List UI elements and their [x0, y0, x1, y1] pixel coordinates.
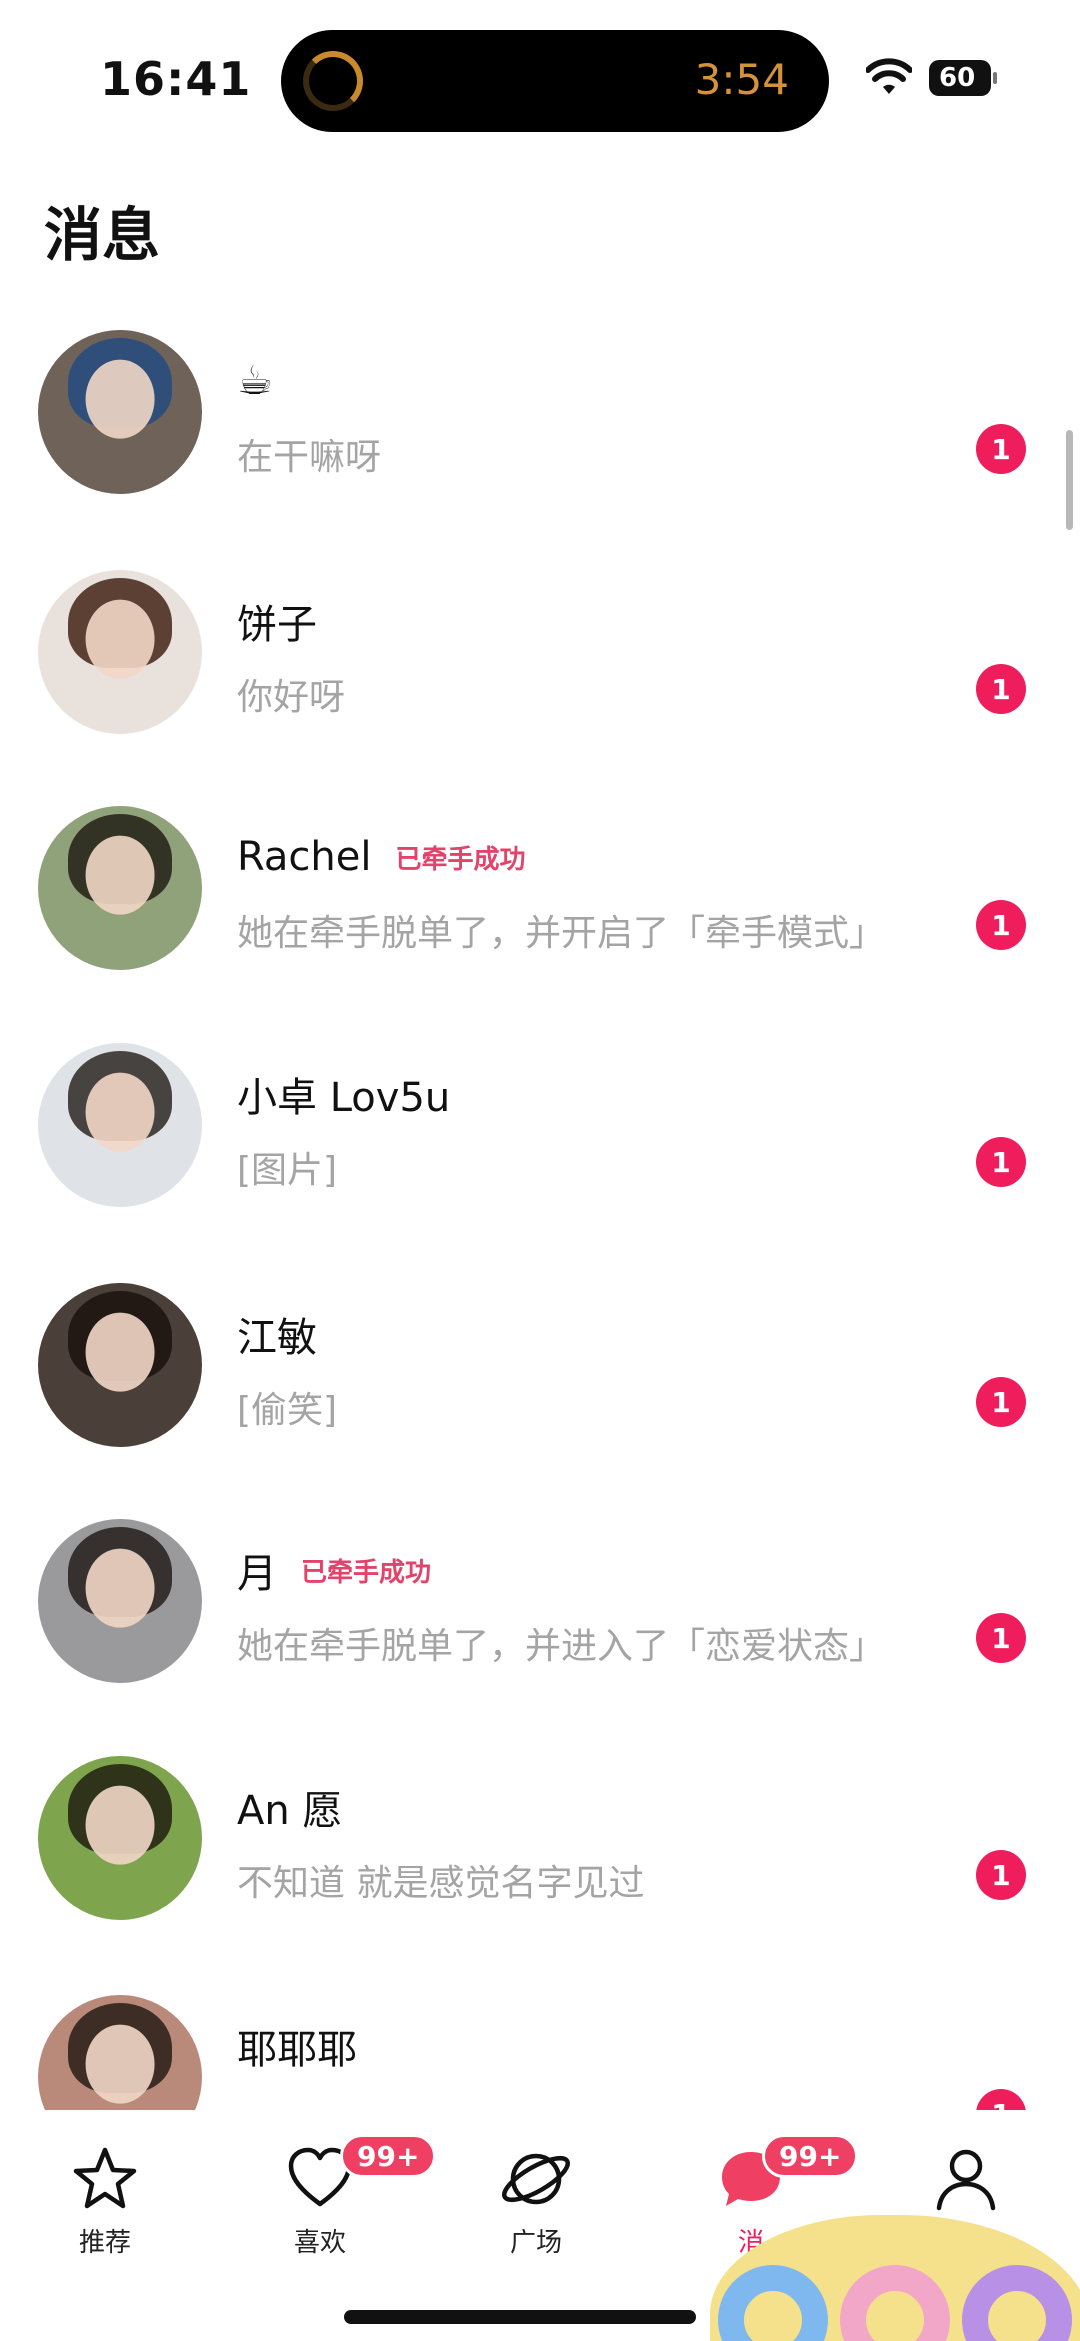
- conversation-item[interactable]: 饼子 你好呀 1: [0, 560, 1080, 800]
- avatar[interactable]: [38, 1043, 202, 1207]
- message-preview: [偷笑]: [237, 1390, 338, 1431]
- conversation-name: 饼子: [237, 602, 317, 648]
- timer-ring-icon: [303, 51, 363, 111]
- conversation-name: Rachel: [237, 834, 372, 880]
- avatar[interactable]: [38, 330, 202, 494]
- message-preview: [图片]: [237, 1150, 338, 1191]
- unread-count-badge: 1: [976, 1850, 1026, 1900]
- message-preview: 在干嘛呀: [237, 437, 382, 478]
- conversation-name: 耶耶耶: [237, 2027, 357, 2073]
- message-preview: 她在牵手脱单了，并进入了「恋爱状态」: [237, 1626, 886, 1667]
- avatar[interactable]: [38, 1283, 202, 1447]
- conversation-name: 江敏: [237, 1315, 317, 1361]
- tab-recommend[interactable]: 推荐: [30, 2134, 180, 2284]
- avatar[interactable]: [38, 1995, 202, 2120]
- conversation-name: 月: [237, 1551, 277, 1597]
- page-title: 消息: [44, 201, 161, 269]
- conversation-item[interactable]: 月 已牵手成功 她在牵手脱单了，并进入了「恋爱状态」 1: [0, 1509, 1080, 1749]
- coffee-icon: ☕: [237, 358, 273, 404]
- wifi-icon: [866, 58, 912, 94]
- conversation-list[interactable]: ☕ 在干嘛呀 1 饼子 你好呀 1 Rachel 已牵手成功 她在牵手脱单了，并…: [0, 320, 1080, 2120]
- unread-count-badge: 1: [976, 1613, 1026, 1663]
- home-indicator[interactable]: [344, 2310, 696, 2324]
- conversation-item[interactable]: An 愿 不知道 就是感觉名字见过 1: [0, 1746, 1080, 1986]
- message-preview: 你好呀: [237, 677, 346, 718]
- unread-count-badge: 1: [976, 1137, 1026, 1187]
- message-preview: 她在牵手脱单了，并开启了「牵手模式」: [237, 913, 886, 954]
- conversation-item[interactable]: 耶耶耶 1: [0, 1985, 1080, 2120]
- star-icon: [73, 2147, 137, 2209]
- conversation-item[interactable]: Rachel 已牵手成功 她在牵手脱单了，并开启了「牵手模式」 1: [0, 796, 1080, 1036]
- avatar[interactable]: [38, 1756, 202, 1920]
- battery-indicator: 60: [929, 60, 997, 96]
- tab-likes[interactable]: 喜欢 99+: [245, 2134, 437, 2284]
- conversation-item[interactable]: 小卓 Lov5u [图片] 1: [0, 1033, 1080, 1273]
- likes-count-badge: 99+: [340, 2134, 437, 2178]
- message-preview: 不知道 就是感觉名字见过: [237, 1863, 645, 1904]
- live-activity-timer: 3:54: [694, 55, 789, 104]
- avatar[interactable]: [38, 1519, 202, 1683]
- tab-label: 喜欢: [293, 2228, 346, 2258]
- dynamic-island[interactable]: 3:54: [281, 30, 829, 132]
- unread-count-badge: 1: [976, 664, 1026, 714]
- messages-count-badge: 99+: [762, 2134, 859, 2178]
- planet-icon: [502, 2153, 570, 2205]
- avatar[interactable]: [38, 806, 202, 970]
- battery-level: 60: [939, 63, 976, 93]
- conversation-item[interactable]: 江敏 [偷笑] 1: [0, 1273, 1080, 1513]
- tab-label: 推荐: [78, 2228, 131, 2258]
- scrollbar[interactable]: [1066, 430, 1073, 530]
- unread-count-badge: 1: [976, 424, 1026, 474]
- conversation-item[interactable]: ☕ 在干嘛呀 1: [0, 320, 1080, 560]
- conversation-name: An 愿: [237, 1788, 343, 1834]
- status-bar: 16:41 3:54 60: [0, 0, 1080, 150]
- tab-label: 广场: [509, 2228, 562, 2258]
- unread-count-badge: 1: [976, 900, 1026, 950]
- tab-square[interactable]: 广场: [461, 2134, 611, 2284]
- status-time: 16:41: [100, 52, 252, 106]
- conversation-name: 小卓 Lov5u: [237, 1075, 451, 1121]
- decorative-sticker: [690, 2195, 1080, 2341]
- unread-count-badge: 1: [976, 1377, 1026, 1427]
- matched-tag: 已牵手成功: [395, 844, 526, 875]
- matched-tag: 已牵手成功: [301, 1557, 432, 1588]
- avatar[interactable]: [38, 570, 202, 734]
